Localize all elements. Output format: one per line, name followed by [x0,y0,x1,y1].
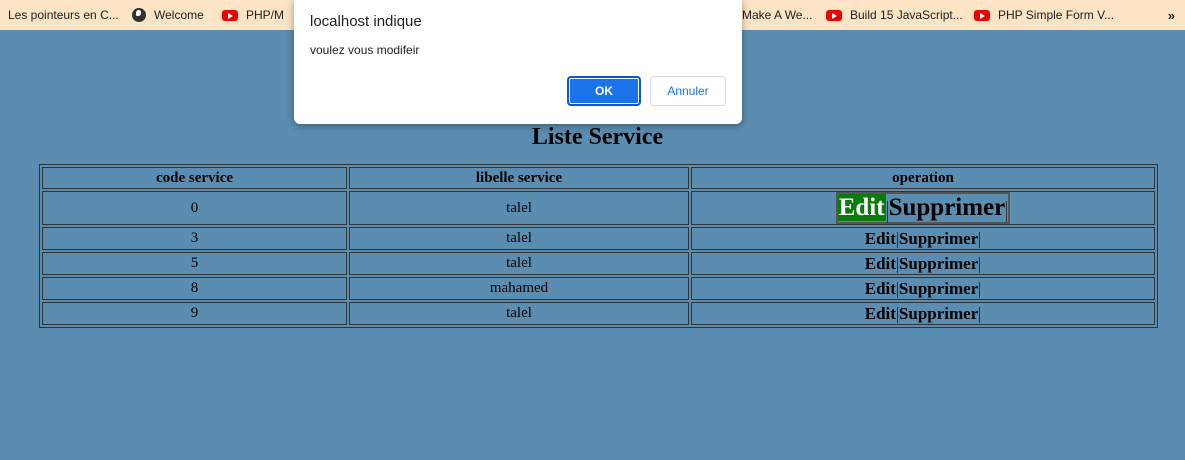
bookmark-welcome[interactable]: Welcome [132,0,204,30]
page-title: Liste Service [531,124,664,150]
table-row: 9 talel Edit Supprimer [42,302,1155,325]
cell-operation: Edit Supprimer [691,302,1155,325]
separator [886,200,888,223]
cell-code: 5 [42,252,347,275]
cell-libelle: talel [349,252,689,275]
separator [979,307,981,324]
separator [979,282,981,299]
column-header-code: code service [42,167,347,189]
separator [896,282,898,299]
youtube-icon [826,9,842,21]
bookmark-php-m[interactable]: PHP/M [222,0,284,30]
bookmark-label: Make A We... [742,8,813,22]
bookmark-pointeurs[interactable]: Les pointeurs en C... [8,0,119,30]
separator [1006,200,1008,223]
edit-link[interactable]: Edit [865,279,896,298]
cell-code: 3 [42,227,347,250]
edit-link[interactable]: Edit [865,254,896,273]
delete-link[interactable]: Supprimer [899,279,978,298]
table-row: 8 mahamed Edit Supprimer [42,277,1155,300]
table-row: 5 talel Edit Supprimer [42,252,1155,275]
delete-link[interactable]: Supprimer [889,194,1006,221]
cell-code: 0 [42,191,347,225]
alert-dialog: localhost indique voulez vous modifeir O… [294,0,742,124]
more-bookmarks-button[interactable]: » [1168,0,1175,30]
edit-link[interactable]: Edit [865,304,896,323]
youtube-icon [974,9,990,21]
cell-libelle: talel [349,227,689,250]
column-header-libelle: libelle service [349,167,689,189]
table-header-row: code service libelle service operation [42,167,1155,189]
cell-operation: Edit Supprimer [691,252,1155,275]
separator [896,257,898,274]
cell-operation: Edit Supprimer [691,277,1155,300]
separator [979,257,981,274]
bookmark-build-15-js[interactable]: Build 15 JavaScript... [826,0,963,30]
column-header-operation: operation [691,167,1155,189]
bookmark-label: PHP/M [246,8,285,22]
separator [896,307,898,324]
bookmark-make-a-web[interactable]: Make A We... [742,0,812,30]
bookmark-label: Build 15 JavaScript... [850,8,963,22]
bookmark-label: PHP Simple Form V... [998,8,1115,22]
services-table: code service libelle service operation 0… [39,164,1158,328]
cancel-button[interactable]: Annuler [650,76,726,106]
dialog-message: voulez vous modifeir [310,43,420,57]
cell-libelle: mahamed [349,277,689,300]
operation-links-zoomed: Edit Supprimer [835,192,1011,224]
bookmark-label: Les pointeurs en C... [8,8,119,22]
table-row: 3 talel Edit Supprimer [42,227,1155,250]
cell-code: 9 [42,302,347,325]
cell-operation: Edit Supprimer [691,227,1155,250]
cell-code: 8 [42,277,347,300]
delete-link[interactable]: Supprimer [899,229,978,248]
youtube-icon [222,9,238,21]
bookmark-label: Welcome [154,8,204,22]
delete-link[interactable]: Supprimer [899,254,978,273]
delete-link[interactable]: Supprimer [899,304,978,323]
ok-button[interactable]: OK [567,76,641,106]
globe-icon [132,8,146,22]
bookmark-php-simple-form[interactable]: PHP Simple Form V... [974,0,1114,30]
dialog-origin: localhost indique [310,13,422,30]
edit-link[interactable]: Edit [837,194,886,221]
separator [979,232,981,249]
edit-link[interactable]: Edit [865,229,896,248]
separator [896,232,898,249]
table-row: 0 talel Edit Supprimer [42,191,1155,225]
cell-libelle: talel [349,302,689,325]
cell-libelle: talel [349,191,689,225]
cell-operation: Edit Supprimer [691,191,1155,225]
